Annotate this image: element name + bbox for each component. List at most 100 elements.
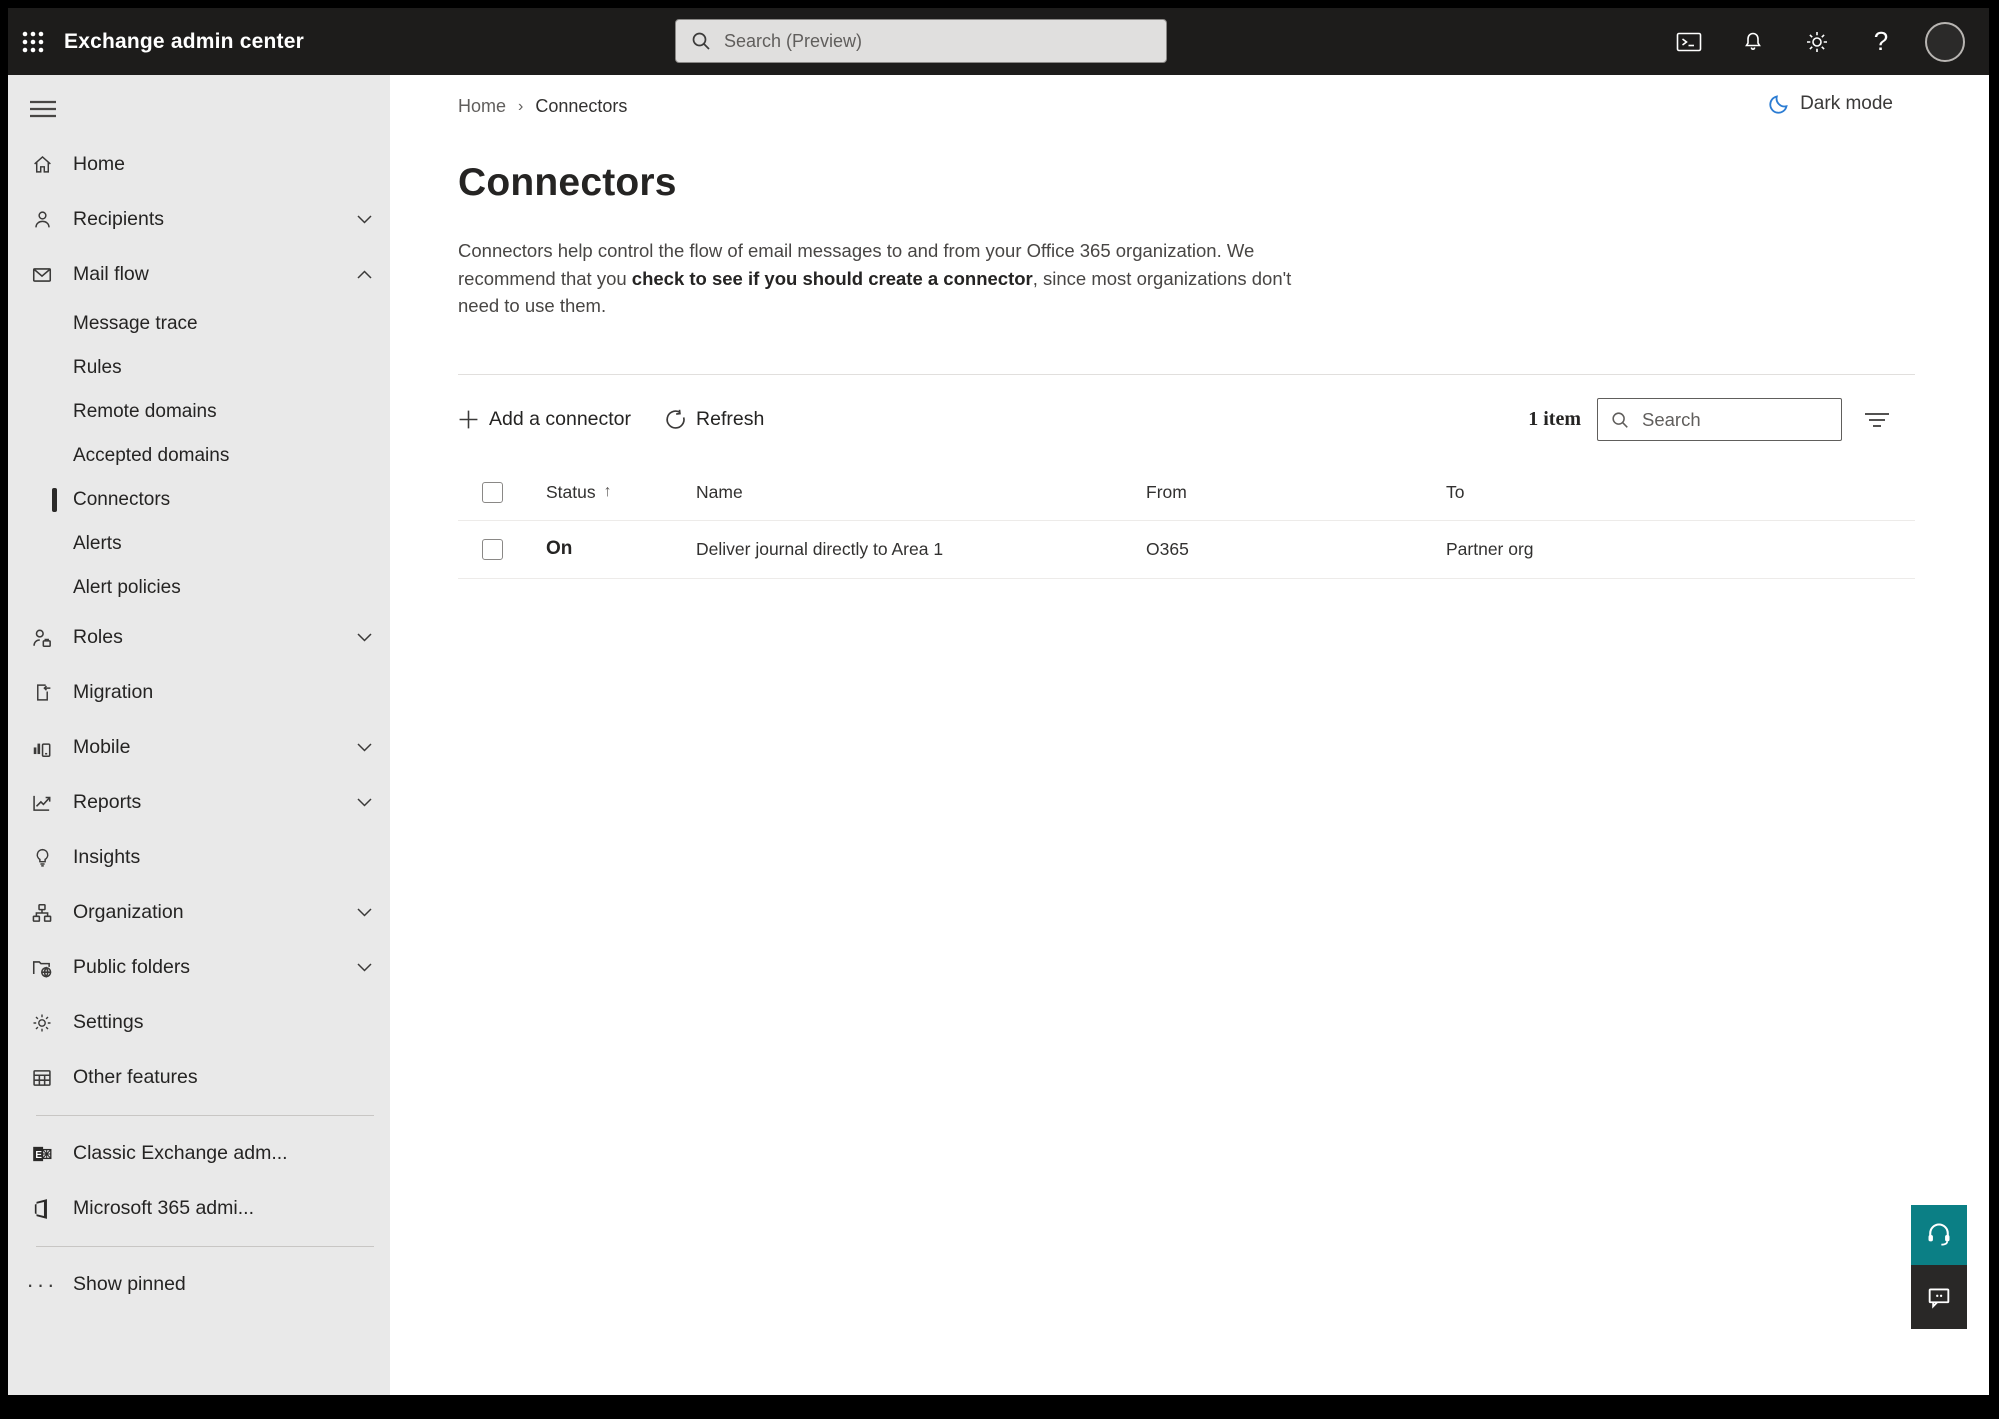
sidebar-item-public-folders[interactable]: Public folders — [8, 940, 390, 995]
column-header-from[interactable]: From — [1146, 482, 1446, 503]
add-connector-button[interactable]: Add a connector — [458, 408, 631, 431]
create-connector-link[interactable]: check to see if you should create a conn… — [632, 268, 1033, 289]
refresh-label: Refresh — [696, 408, 765, 430]
sidebar-item-other-features[interactable]: Other features — [8, 1050, 390, 1105]
chevron-down-icon — [357, 215, 372, 224]
sidebar-item-classic-exchange[interactable]: E Classic Exchange adm... — [8, 1126, 390, 1181]
avatar — [1925, 21, 1965, 62]
sidebar-item-label: Microsoft 365 admi... — [73, 1197, 254, 1219]
sidebar-item-label: Organization — [73, 901, 184, 923]
notifications-button[interactable] — [1721, 8, 1785, 75]
global-search-input[interactable]: Search (Preview) — [675, 19, 1167, 63]
refresh-button[interactable]: Refresh — [665, 408, 764, 431]
item-count: 1 item — [1528, 408, 1581, 430]
account-button[interactable] — [1913, 8, 1977, 75]
sidebar-item-label: Show pinned — [73, 1273, 186, 1295]
sidebar-item-show-pinned[interactable]: ··· Show pinned — [8, 1257, 390, 1312]
help-button[interactable]: ? — [1849, 8, 1913, 75]
sidebar-item-organization[interactable]: Organization — [8, 885, 390, 940]
sidebar-item-label: Classic Exchange adm... — [73, 1142, 288, 1164]
feedback-button[interactable] — [1911, 1265, 1967, 1329]
sidebar-item-home[interactable]: Home — [8, 137, 390, 192]
support-button[interactable] — [1911, 1205, 1967, 1265]
sidebar-item-mail-flow[interactable]: Mail flow — [8, 247, 390, 302]
sidebar-item-connectors[interactable]: Connectors — [8, 478, 390, 522]
chevron-down-icon — [357, 633, 372, 642]
search-icon — [690, 30, 712, 52]
sidebar-divider — [36, 1246, 374, 1247]
sidebar-item-settings[interactable]: Settings — [8, 995, 390, 1050]
topbar-actions: ? — [1657, 8, 1977, 75]
settings-button[interactable] — [1785, 8, 1849, 75]
sidebar-item-microsoft365[interactable]: Microsoft 365 admi... — [8, 1181, 390, 1236]
sidebar-item-label: Public folders — [73, 956, 191, 978]
sidebar-item-label: Insights — [73, 846, 141, 868]
page-title: Connectors — [458, 161, 677, 204]
refresh-icon — [665, 409, 686, 430]
row-checkbox[interactable] — [482, 538, 503, 560]
table-grid-icon — [31, 1067, 53, 1089]
sidebar-divider — [36, 1115, 374, 1116]
column-header-name[interactable]: Name — [696, 482, 1146, 503]
exchange-logo-icon: E — [31, 1143, 53, 1165]
mobile-icon — [31, 737, 53, 759]
list-search-input[interactable]: Search — [1597, 398, 1842, 441]
sidebar-item-alerts[interactable]: Alerts — [8, 522, 390, 566]
connector-status: On — [546, 538, 573, 559]
powershell-button[interactable] — [1657, 8, 1721, 75]
ellipsis-icon: ··· — [26, 1271, 58, 1297]
terminal-icon — [1676, 30, 1702, 54]
reports-icon — [31, 792, 53, 814]
sidebar-item-alert-policies[interactable]: Alert policies — [8, 566, 390, 610]
sidebar-item-mobile[interactable]: Mobile — [8, 720, 390, 775]
sidebar-item-label: Reports — [73, 791, 142, 813]
sidebar-item-rules[interactable]: Rules — [8, 346, 390, 390]
connector-from: O365 — [1146, 538, 1189, 559]
breadcrumb-separator: › — [518, 97, 524, 115]
sort-ascending-icon: ↑ — [603, 483, 612, 500]
sidebar-item-remote-domains[interactable]: Remote domains — [8, 390, 390, 434]
chevron-down-icon — [357, 908, 372, 917]
sidebar-item-migration[interactable]: Migration — [8, 665, 390, 720]
sidebar-item-insights[interactable]: Insights — [8, 830, 390, 885]
global-search-placeholder: Search (Preview) — [724, 30, 863, 51]
gear-icon — [1804, 29, 1830, 55]
dark-mode-label: Dark mode — [1800, 93, 1893, 114]
dark-mode-toggle[interactable]: Dark mode — [1758, 93, 1893, 115]
sidebar-item-roles[interactable]: Roles — [8, 610, 390, 665]
column-header-status[interactable]: Status — [546, 482, 596, 503]
breadcrumb-current: Connectors — [535, 96, 628, 116]
hamburger-icon — [30, 99, 56, 119]
app-launcher-button[interactable] — [8, 8, 58, 75]
app-title: Exchange admin center — [64, 29, 304, 53]
page-description: Connectors help control the flow of emai… — [458, 237, 1308, 320]
search-icon — [1610, 410, 1630, 430]
column-header-to[interactable]: To — [1446, 482, 1915, 503]
breadcrumb-home-link[interactable]: Home — [458, 96, 506, 117]
sidebar-item-label: Migration — [73, 681, 154, 703]
waffle-icon — [21, 30, 45, 54]
svg-text:E: E — [35, 1149, 42, 1160]
sidebar-item-reports[interactable]: Reports — [8, 775, 390, 830]
chevron-up-icon — [357, 270, 372, 279]
moon-icon — [1768, 93, 1790, 115]
office-logo-icon — [31, 1198, 53, 1220]
connector-to: Partner org — [1446, 538, 1534, 559]
sidebar-item-message-trace[interactable]: Message trace — [8, 302, 390, 346]
sidebar-item-accepted-domains[interactable]: Accepted domains — [8, 434, 390, 478]
sidebar-item-label: Mobile — [73, 736, 131, 758]
floating-buttons — [1911, 1205, 1967, 1329]
public-folder-icon — [31, 957, 53, 979]
main-content: Home › Connectors Dark mode Connectors C… — [390, 75, 1989, 1395]
select-all-checkbox[interactable] — [482, 481, 503, 503]
collapse-nav-button[interactable] — [8, 89, 390, 129]
sort-filter-button[interactable] — [1864, 410, 1890, 430]
table-row[interactable]: On Deliver journal directly to Area 1 O3… — [458, 521, 1915, 579]
feedback-chat-icon — [1925, 1283, 1953, 1311]
filter-icon — [1864, 410, 1890, 430]
plus-icon — [458, 409, 479, 430]
sidebar-item-recipients[interactable]: Recipients — [8, 192, 390, 247]
screen: Exchange admin center Search (Preview) ?… — [0, 0, 1999, 1419]
sidebar-item-label: Recipients — [73, 208, 165, 230]
connector-name[interactable]: Deliver journal directly to Area 1 — [696, 539, 1146, 560]
